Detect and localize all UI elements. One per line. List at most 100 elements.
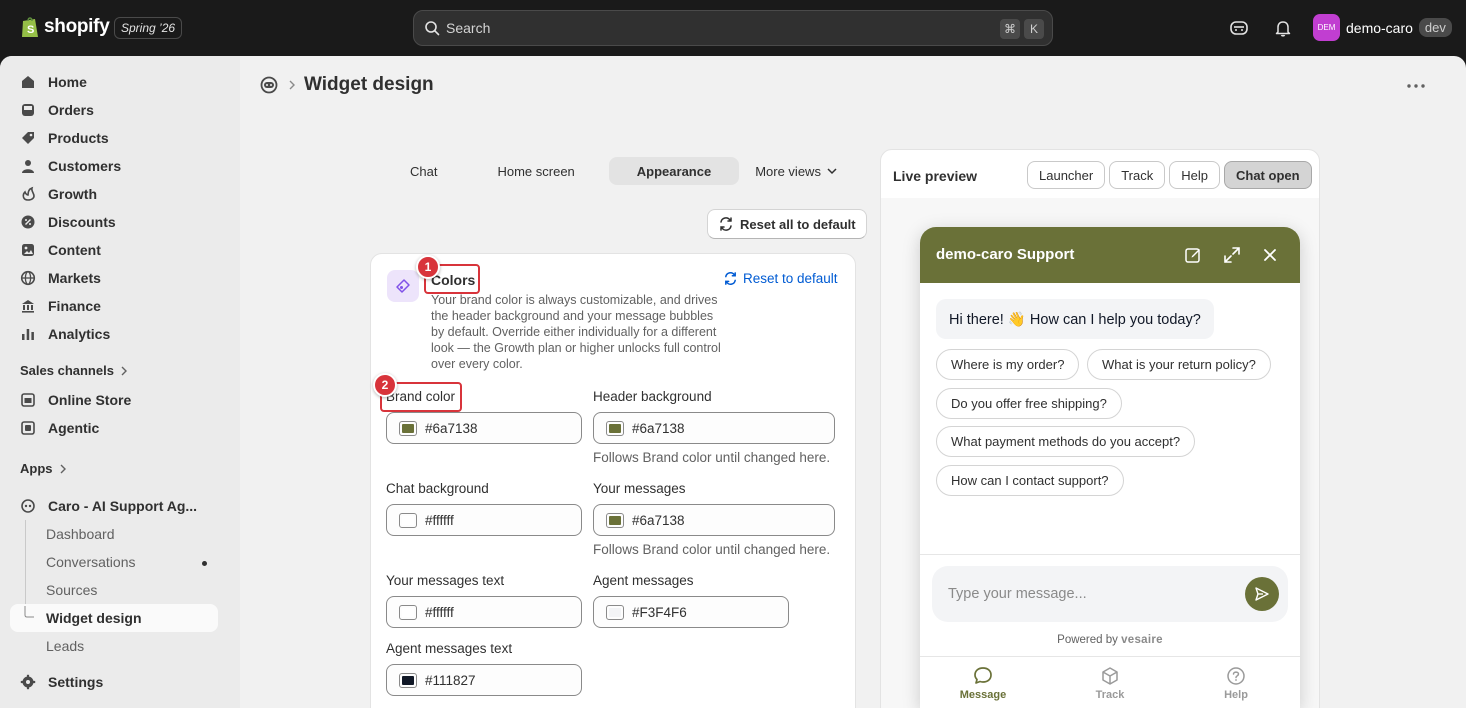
agent-messages-label: Agent messages [593, 573, 694, 588]
tab-appearance[interactable]: Appearance [608, 157, 740, 185]
reset-to-default-label: Reset to default [743, 271, 838, 286]
agentic-icon [21, 421, 35, 435]
reset-to-default-link[interactable]: Reset to default [723, 271, 838, 286]
widget-header-title: demo-caro Support [936, 246, 1075, 263]
your-messages-field[interactable]: #6a7138 [593, 504, 835, 536]
sidebar-item-agentic[interactable]: Agentic [10, 414, 218, 442]
tab-home-screen[interactable]: Home screen [453, 157, 596, 185]
compose-icon[interactable] [1184, 246, 1202, 264]
growth-icon [22, 186, 35, 201]
sidebar-item-settings[interactable]: Settings [10, 668, 218, 696]
send-button[interactable] [1245, 577, 1279, 611]
brand-color-swatch-fill [402, 423, 414, 433]
sidebar-sub-dashboard[interactable]: Dashboard [46, 526, 115, 542]
your-messages-text-field[interactable]: #ffffff [386, 596, 582, 628]
suggestion-chip[interactable]: What payment methods do you accept? [936, 426, 1196, 457]
notifications-bell-icon[interactable] [1273, 18, 1293, 38]
sidebar-item-label: Agentic [48, 420, 100, 436]
caro-app-icon[interactable] [258, 74, 280, 96]
agent-messages-text-swatch[interactable] [399, 672, 417, 688]
sidebar: Home Orders Products Customers Growth Di… [0, 56, 240, 708]
chat-background-field[interactable]: #ffffff [386, 504, 582, 536]
preview-chat-open-button[interactable]: Chat open [1224, 161, 1312, 189]
suggestion-chip[interactable]: Where is my order? [936, 349, 1080, 380]
sidebar-item-home[interactable]: Home [10, 68, 218, 96]
sidekick-icon[interactable] [1229, 18, 1249, 38]
shopify-logo[interactable]: S shopify [20, 15, 110, 39]
dev-badge: dev [1418, 18, 1452, 37]
widget-nav-message[interactable]: Message [943, 665, 1023, 701]
suggestion-chip[interactable]: Do you offer free shipping? [936, 388, 1122, 419]
agent-messages-text-field[interactable]: #111827 [386, 664, 582, 696]
sidebar-item-products[interactable]: Products [10, 124, 218, 152]
widget-nav-label: Track [1095, 689, 1125, 701]
colors-description: Your brand color is always customizable,… [431, 293, 721, 371]
your-messages-text-swatch[interactable] [399, 604, 417, 620]
sidebar-item-online-store[interactable]: Online Store [10, 386, 218, 414]
sidebar-item-finance[interactable]: Finance [10, 292, 218, 320]
sales-channels-heading[interactable]: Sales channels [20, 363, 128, 378]
sidebar-sub-sources[interactable]: Sources [46, 582, 97, 598]
powered-by-prefix: Powered by [1057, 634, 1118, 646]
chat-background-swatch[interactable] [399, 512, 417, 528]
suggestion-chip[interactable]: How can I contact support? [936, 465, 1124, 496]
logo-text: shopify [44, 16, 110, 37]
agent-messages-value: #F3F4F6 [632, 604, 687, 620]
gear-icon [20, 674, 36, 690]
apps-label: Apps [20, 461, 53, 476]
content-image-icon [22, 244, 34, 256]
header-background-swatch[interactable] [606, 420, 624, 436]
tag-icon [22, 132, 34, 144]
header-background-field[interactable]: #6a7138 [593, 412, 835, 444]
sidebar-sub-leads[interactable]: Leads [46, 638, 84, 654]
more-actions-icon[interactable] [1404, 76, 1428, 96]
agent-messages-field[interactable]: #F3F4F6 [593, 596, 789, 628]
preview-launcher-button[interactable]: Launcher [1027, 161, 1106, 189]
suggestion-chip[interactable]: What is your return policy? [1087, 349, 1271, 380]
widget-nav-help[interactable]: Help [1196, 665, 1276, 701]
apps-heading[interactable]: Apps [20, 461, 67, 476]
close-icon[interactable] [1261, 246, 1279, 264]
agent-messages-swatch[interactable] [606, 604, 624, 620]
sidebar-item-discounts[interactable]: Discounts [10, 208, 218, 236]
chat-bubble-icon [974, 667, 992, 684]
search-input[interactable] [446, 11, 986, 45]
message-input[interactable] [948, 566, 1228, 622]
header-background-value: #6a7138 [632, 420, 685, 436]
preview-track-button[interactable]: Track [1109, 161, 1166, 189]
brand-color-field[interactable]: #6a7138 [386, 412, 582, 444]
tab-more-views-label: More views [755, 163, 821, 179]
search-bar[interactable]: ⌘ K [413, 10, 1053, 46]
help-question-icon [1227, 667, 1245, 685]
sidebar-item-caro-app[interactable]: Caro - AI Support Ag... [10, 492, 218, 520]
widget-nav-track[interactable]: Track [1070, 665, 1150, 701]
sidebar-item-analytics[interactable]: Analytics [10, 320, 218, 348]
chevron-down-icon [827, 168, 837, 175]
color-card-icon [387, 270, 419, 302]
sidebar-item-label: Caro - AI Support Ag... [48, 498, 198, 514]
orders-inbox-icon [22, 104, 34, 116]
sidebar-sub-conversations[interactable]: Conversations [46, 554, 136, 570]
sidebar-sub-widget-design-active[interactable]: Widget design [10, 604, 218, 632]
sidebar-item-markets[interactable]: Markets [10, 264, 218, 292]
your-messages-swatch[interactable] [606, 512, 624, 528]
sidebar-item-customers[interactable]: Customers [10, 152, 218, 180]
your-messages-label: Your messages [593, 481, 686, 496]
shortcut-cmd-key: ⌘ [1000, 19, 1020, 39]
paint-drop-icon [396, 279, 410, 293]
sidebar-item-orders[interactable]: Orders [10, 96, 218, 124]
your-messages-value: #6a7138 [632, 512, 685, 528]
widget-divider [920, 554, 1300, 555]
caro-app-icon [21, 499, 35, 513]
reset-all-button[interactable]: Reset all to default [707, 209, 867, 239]
sidebar-item-content[interactable]: Content [10, 236, 218, 264]
preview-help-button[interactable]: Help [1169, 161, 1220, 189]
store-menu-button[interactable]: DEM demo-caro dev [1313, 14, 1452, 41]
page-header: Widget design [258, 74, 434, 96]
tab-more-views[interactable]: More views [739, 157, 853, 185]
brand-color-swatch[interactable] [399, 420, 417, 436]
tab-chat[interactable]: Chat [394, 157, 453, 185]
page-title: Widget design [304, 74, 434, 95]
sidebar-item-growth[interactable]: Growth [10, 180, 218, 208]
expand-icon[interactable] [1223, 246, 1241, 264]
